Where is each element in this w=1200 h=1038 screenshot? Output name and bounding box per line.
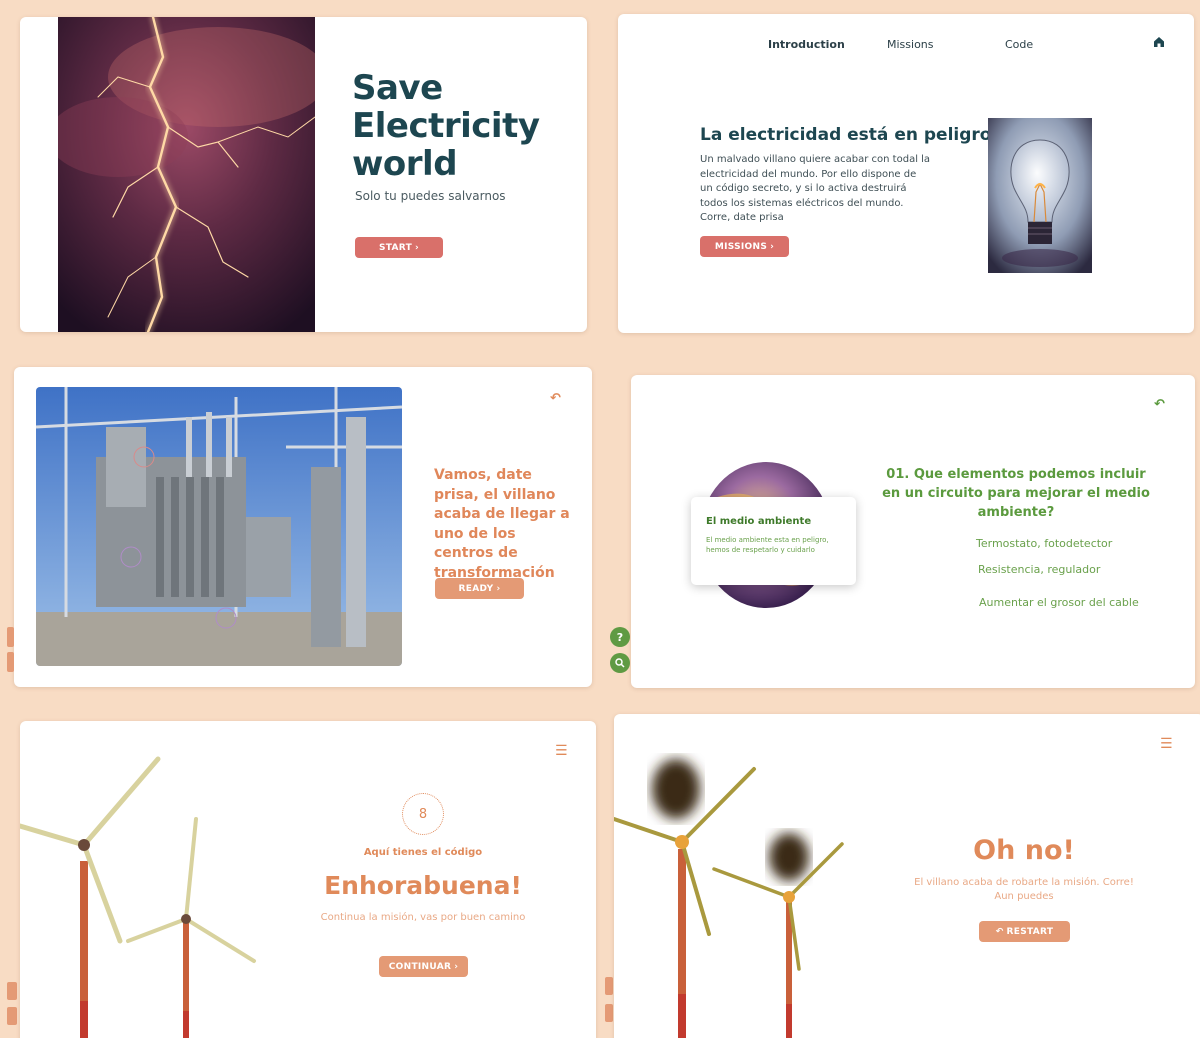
continue-button[interactable]: CONTINUAR › bbox=[379, 956, 468, 977]
nav-missions[interactable]: Missions bbox=[887, 38, 934, 51]
answer-option-3[interactable]: Aumentar el grosor del cable bbox=[979, 596, 1139, 609]
menu-icon[interactable]: ☰ bbox=[555, 743, 568, 759]
undo-icon: ↶ bbox=[995, 926, 1004, 937]
subtitle: Solo tu puedes salvarnos bbox=[355, 189, 506, 203]
start-button-label: START bbox=[378, 242, 413, 253]
code-label: Aquí tienes el código bbox=[363, 847, 483, 858]
code-digit: 8 bbox=[402, 793, 444, 835]
menu-icon[interactable]: ☰ bbox=[1160, 736, 1173, 752]
title-line-2: Electricity bbox=[352, 106, 540, 146]
help-button[interactable]: ? bbox=[610, 627, 630, 647]
home-icon[interactable] bbox=[1153, 36, 1165, 48]
side-tab[interactable] bbox=[7, 1007, 17, 1025]
slide-transformer: ↶ Vamos, date prisa, el villano acaba de… bbox=[14, 367, 592, 687]
slide-question: ↶ El medio ambiente El medio ambiente es… bbox=[631, 375, 1195, 688]
title-line-1: Save bbox=[352, 68, 443, 108]
wind-turbines-photo bbox=[20, 756, 256, 1038]
start-button[interactable]: START › bbox=[355, 237, 443, 258]
restart-button[interactable]: ↶ RESTART bbox=[979, 921, 1070, 942]
app-title: Save Electricity world bbox=[352, 69, 572, 183]
continue-button-label: CONTINUAR bbox=[388, 961, 452, 972]
side-tab[interactable] bbox=[605, 977, 613, 995]
light-bulb-photo bbox=[988, 118, 1092, 273]
section-paragraph: Un malvado villano quiere acabar con tod… bbox=[700, 154, 931, 223]
answer-option-1[interactable]: Termostato, fotodetector bbox=[976, 537, 1112, 550]
undo-icon[interactable]: ↶ bbox=[1154, 397, 1165, 412]
success-subtitle: Continua la misión, vas por buen camino bbox=[320, 912, 526, 923]
side-tab[interactable] bbox=[7, 652, 14, 672]
chevron-right-icon: › bbox=[454, 961, 459, 972]
question-text: 01. Que elementos podemos incluir en un … bbox=[882, 467, 1150, 520]
search-icon[interactable] bbox=[610, 653, 630, 673]
section-heading: La electricidad está en peligro! bbox=[700, 125, 1000, 145]
restart-button-label: RESTART bbox=[1006, 926, 1054, 937]
chevron-right-icon: › bbox=[496, 583, 501, 594]
ready-button[interactable]: READY › bbox=[435, 578, 524, 599]
chevron-right-icon: › bbox=[415, 242, 420, 253]
success-title: Enhorabuena! bbox=[324, 871, 522, 900]
info-popup: El medio ambiente El medio ambiente esta… bbox=[691, 497, 856, 585]
ready-button-label: READY bbox=[458, 583, 494, 594]
answer-option-2[interactable]: Resistencia, regulador bbox=[978, 563, 1100, 576]
slide-start: Save Electricity world Solo tu puedes sa… bbox=[20, 17, 587, 332]
failure-message: El villano acaba de robarte la misión. C… bbox=[914, 877, 1134, 902]
slide-success: ☰ 8 Aquí tienes el código Enhorabuena! C… bbox=[20, 721, 596, 1038]
side-tab[interactable] bbox=[7, 627, 14, 647]
nav-code[interactable]: Code bbox=[1005, 38, 1033, 51]
chevron-right-icon: › bbox=[770, 241, 775, 252]
popup-title: El medio ambiente bbox=[706, 516, 812, 527]
slide-failure: ☰ Oh no! El villano acaba de robarte la … bbox=[614, 714, 1200, 1038]
lightning-photo bbox=[58, 17, 315, 332]
nav-introduction[interactable]: Introduction bbox=[768, 38, 845, 51]
missions-button[interactable]: MISSIONS › bbox=[700, 236, 789, 257]
failure-title: Oh no! bbox=[973, 835, 1075, 866]
missions-button-label: MISSIONS bbox=[714, 241, 768, 252]
burning-wind-turbines-photo bbox=[614, 759, 844, 1038]
transformer-substation-photo bbox=[36, 387, 402, 666]
undo-icon[interactable]: ↶ bbox=[550, 391, 561, 406]
side-tab[interactable] bbox=[605, 1004, 613, 1022]
side-tab[interactable] bbox=[7, 982, 17, 1000]
popup-text: El medio ambiente esta en peligro, hemos… bbox=[706, 536, 829, 554]
mission-message: Vamos, date prisa, el villano acaba de l… bbox=[434, 467, 570, 581]
title-line-3: world bbox=[352, 144, 458, 184]
slide-introduction: Introduction Missions Code La electricid… bbox=[618, 14, 1194, 333]
